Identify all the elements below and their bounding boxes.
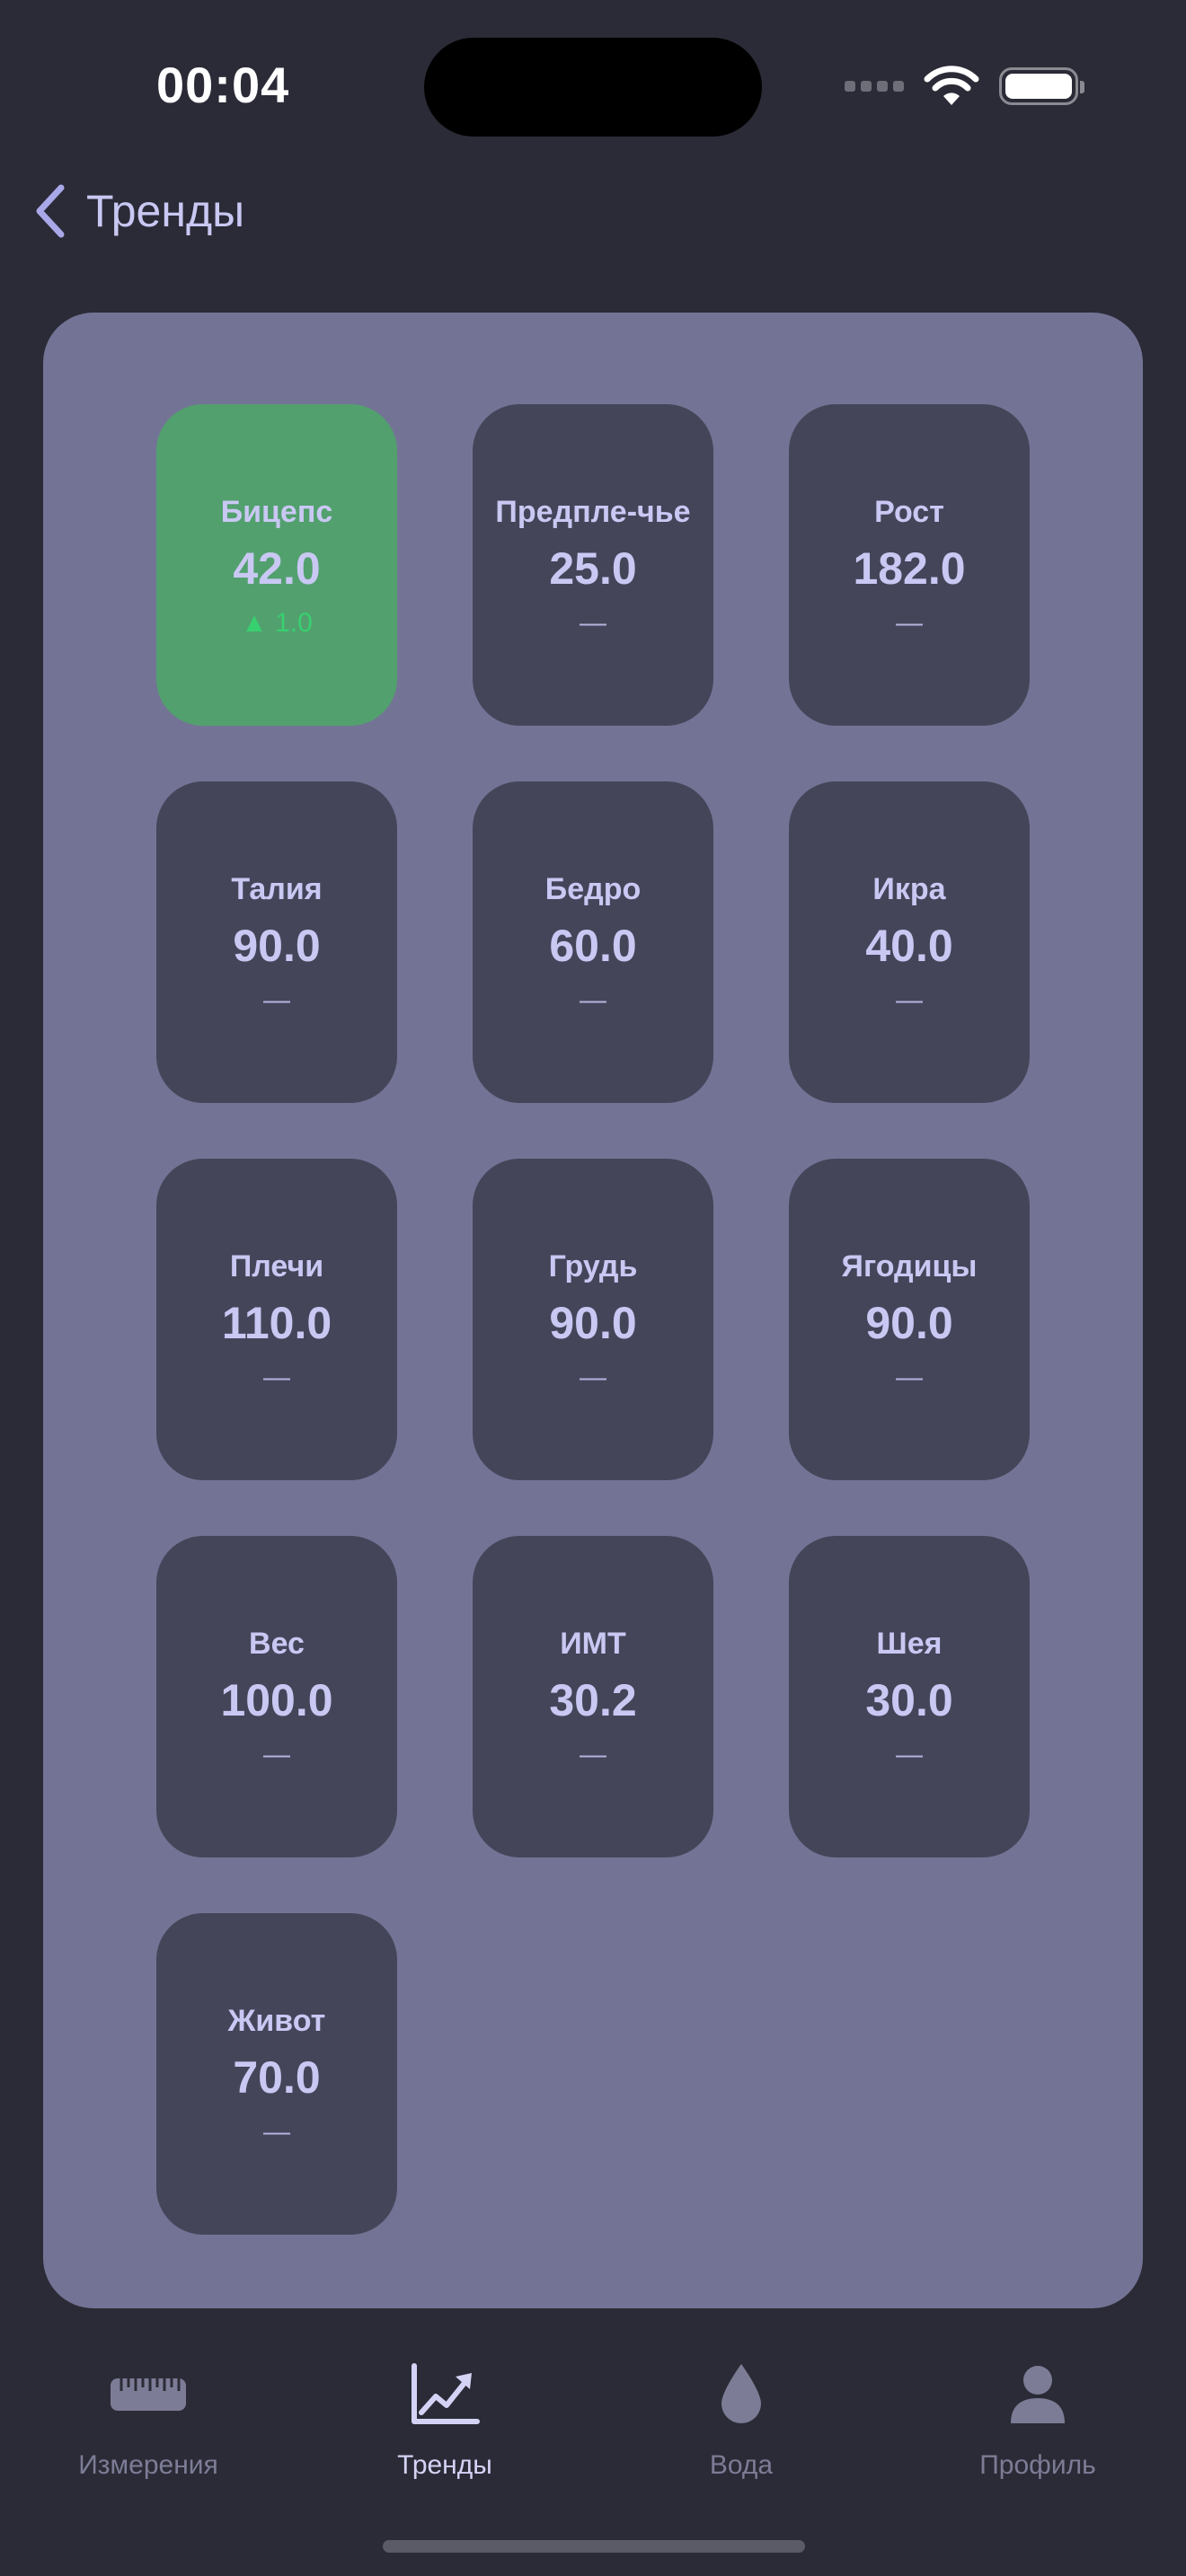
tab-profile[interactable]: Профиль (890, 2353, 1186, 2488)
tab-water[interactable]: Вода (593, 2353, 890, 2488)
trend-chart-icon (409, 2353, 481, 2436)
measurement-tile[interactable]: Икра 40.0 — (789, 781, 1030, 1103)
measurement-tile[interactable]: Рост 182.0 — (789, 404, 1030, 726)
battery-level (1005, 74, 1072, 99)
back-button-label: Тренды (86, 186, 245, 236)
measurement-name: Бедро (544, 872, 642, 906)
tab-profile-label: Профиль (979, 2450, 1096, 2480)
measurement-delta: — (263, 985, 290, 1015)
measurement-delta: — (263, 2117, 290, 2147)
measurement-tile[interactable]: Ягодицы 90.0 — (789, 1159, 1030, 1480)
status-icons (845, 63, 1084, 110)
back-button[interactable]: Тренды (32, 180, 244, 243)
measurement-name: ИМТ (560, 1627, 626, 1661)
measurement-tile[interactable]: Бицепс 42.0 ▲ 1.0 (156, 404, 397, 726)
measurement-tile[interactable]: Шея 30.0 — (789, 1536, 1030, 1857)
measurement-tiles-grid: Бицепс 42.0 ▲ 1.0 Предпле-чье 25.0 — Рост 182.0… (156, 404, 1030, 2235)
measurement-tile[interactable]: Плечи 110.0 — (156, 1159, 397, 1480)
measurement-tile[interactable]: ИМТ 30.2 — (473, 1536, 713, 1857)
measurement-name: Грудь (548, 1249, 638, 1284)
measurement-delta: — (263, 1363, 290, 1392)
measurement-name: Предпле-чье (495, 495, 691, 529)
measurement-tile[interactable]: Вес 100.0 — (156, 1536, 397, 1857)
water-drop-icon (718, 2353, 765, 2436)
measurement-tile[interactable]: Живот 70.0 — (156, 1913, 397, 2235)
measurement-name: Шея (876, 1627, 943, 1661)
tab-trends-label: Тренды (397, 2450, 492, 2480)
person-icon (1009, 2353, 1067, 2436)
wifi-icon (924, 66, 979, 107)
measurement-value: 42.0 (233, 543, 321, 594)
tab-bar: Измерения Тренды Вода Профиль (0, 2353, 1186, 2488)
measurement-delta: — (263, 1740, 290, 1769)
measurement-name: Бицепс (220, 495, 333, 529)
measurement-value: 90.0 (865, 1298, 953, 1348)
measurement-name: Ягодицы (841, 1249, 978, 1284)
measurement-name: Плечи (229, 1249, 324, 1284)
measurement-tile[interactable]: Грудь 90.0 — (473, 1159, 713, 1480)
tab-measurements[interactable]: Измерения (0, 2353, 296, 2488)
measurement-delta: — (896, 985, 923, 1015)
measurement-delta: ▲ 1.0 (241, 608, 313, 638)
measurement-value: 30.2 (549, 1675, 637, 1725)
measurement-delta: — (580, 1363, 606, 1392)
cellular-signal-icon (845, 81, 904, 92)
dynamic-island (424, 38, 762, 137)
home-indicator (383, 2540, 805, 2553)
measurement-value: 40.0 (865, 921, 953, 971)
measurement-value: 60.0 (549, 921, 637, 971)
measurement-name: Живот (227, 2004, 326, 2038)
measurement-name: Талия (231, 872, 323, 906)
measurement-name: Рост (874, 495, 944, 529)
measurement-value: 70.0 (233, 2052, 321, 2103)
measurement-delta: — (896, 1740, 923, 1769)
measurement-delta: — (896, 1363, 923, 1392)
measurement-delta: — (580, 985, 606, 1015)
tab-measurements-label: Измерения (78, 2450, 218, 2480)
measurement-delta: — (580, 1740, 606, 1769)
chevron-left-icon (36, 184, 65, 238)
measurement-value: 182.0 (853, 543, 966, 594)
measurements-panel: Бицепс 42.0 ▲ 1.0 Предпле-чье 25.0 — Рост 182.0… (43, 313, 1143, 2308)
measurement-value: 100.0 (220, 1675, 333, 1725)
measurement-value: 110.0 (221, 1298, 332, 1348)
measurement-name: Вес (249, 1627, 305, 1661)
measurement-value: 30.0 (865, 1675, 953, 1725)
measurement-delta: — (896, 608, 923, 638)
measurement-delta: — (580, 608, 606, 638)
measurement-tile[interactable]: Бедро 60.0 — (473, 781, 713, 1103)
status-time: 00:04 (156, 57, 290, 113)
tab-trends[interactable]: Тренды (296, 2353, 593, 2488)
measurement-tile[interactable]: Предпле-чье 25.0 — (473, 404, 713, 726)
measurement-value: 90.0 (233, 921, 321, 971)
measurement-value: 90.0 (549, 1298, 637, 1348)
measurement-value: 25.0 (549, 543, 637, 594)
measurement-tile[interactable]: Талия 90.0 — (156, 781, 397, 1103)
measurement-name: Икра (872, 872, 946, 906)
ruler-icon (109, 2353, 188, 2436)
tab-water-label: Вода (709, 2450, 774, 2480)
battery-icon (999, 67, 1084, 105)
